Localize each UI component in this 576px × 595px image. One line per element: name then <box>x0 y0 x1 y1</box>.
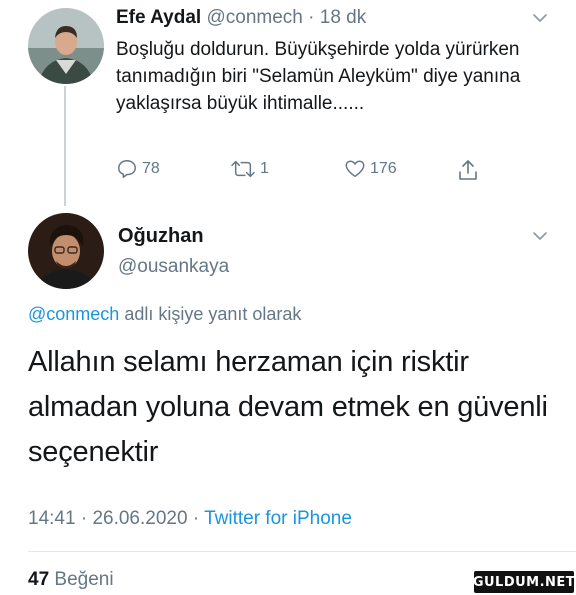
avatar-oguzhan[interactable] <box>28 213 104 289</box>
tweet-date: 26.06.2020 <box>92 508 188 529</box>
avatar-image <box>28 8 104 84</box>
avatar-efe-aydal[interactable] <box>28 8 104 84</box>
share-icon <box>459 160 477 180</box>
meta-separator: · <box>80 508 88 529</box>
watermark-logo: GULDUM.NET <box>473 571 575 593</box>
reply-author-handle[interactable]: @ousankaya <box>118 256 229 278</box>
share-button[interactable] <box>456 158 480 182</box>
tweet-time: 14:41 <box>28 508 76 529</box>
reply-icon <box>118 160 136 178</box>
meta-separator: · <box>192 508 200 529</box>
reply-author-name[interactable]: Oğuzhan <box>118 225 204 248</box>
replying-to-mention[interactable]: @conmech <box>28 304 119 324</box>
like-count: 176 <box>370 160 397 177</box>
divider <box>28 551 576 552</box>
header-separator: · <box>308 7 315 28</box>
reply-tweet-text: Allahın selamı herzaman için risktir alm… <box>28 346 548 468</box>
retweet-icon <box>231 160 255 178</box>
retweet-button[interactable]: 1 <box>230 158 269 180</box>
reply-count: 78 <box>142 160 160 177</box>
retweet-count: 1 <box>260 160 269 177</box>
like-icon <box>345 160 365 178</box>
author-handle[interactable]: @conmech <box>206 7 302 28</box>
replying-to-suffix: adlı kişiye yanıt olarak <box>119 304 302 324</box>
tweet-source-link[interactable]: Twitter for iPhone <box>204 508 352 529</box>
likes-label: Beğeni <box>54 569 114 590</box>
reply-button[interactable]: 78 <box>116 158 160 180</box>
replying-to-line: @conmech adlı kişiye yanıt olarak <box>28 304 301 325</box>
chevron-down-icon[interactable] <box>532 228 548 244</box>
avatar-image <box>28 213 104 289</box>
chevron-down-icon[interactable] <box>532 10 548 26</box>
quoted-tweet-text: Boşluğu doldurun. Büyükşehirde yolda yür… <box>116 39 521 114</box>
quoted-tweet-header: Efe Aydal @conmech · 18 dk <box>116 7 366 29</box>
likes-count: 47 <box>28 569 50 590</box>
likes-summary[interactable]: 47 Beğeni <box>28 569 114 591</box>
like-button[interactable]: 176 <box>344 158 397 180</box>
thread-connector-line <box>64 86 66 206</box>
tweet-metadata: 14:41 · 26.06.2020 · Twitter for iPhone <box>28 508 352 530</box>
tweet-time-ago[interactable]: 18 dk <box>320 7 366 28</box>
author-name[interactable]: Efe Aydal <box>116 7 201 28</box>
